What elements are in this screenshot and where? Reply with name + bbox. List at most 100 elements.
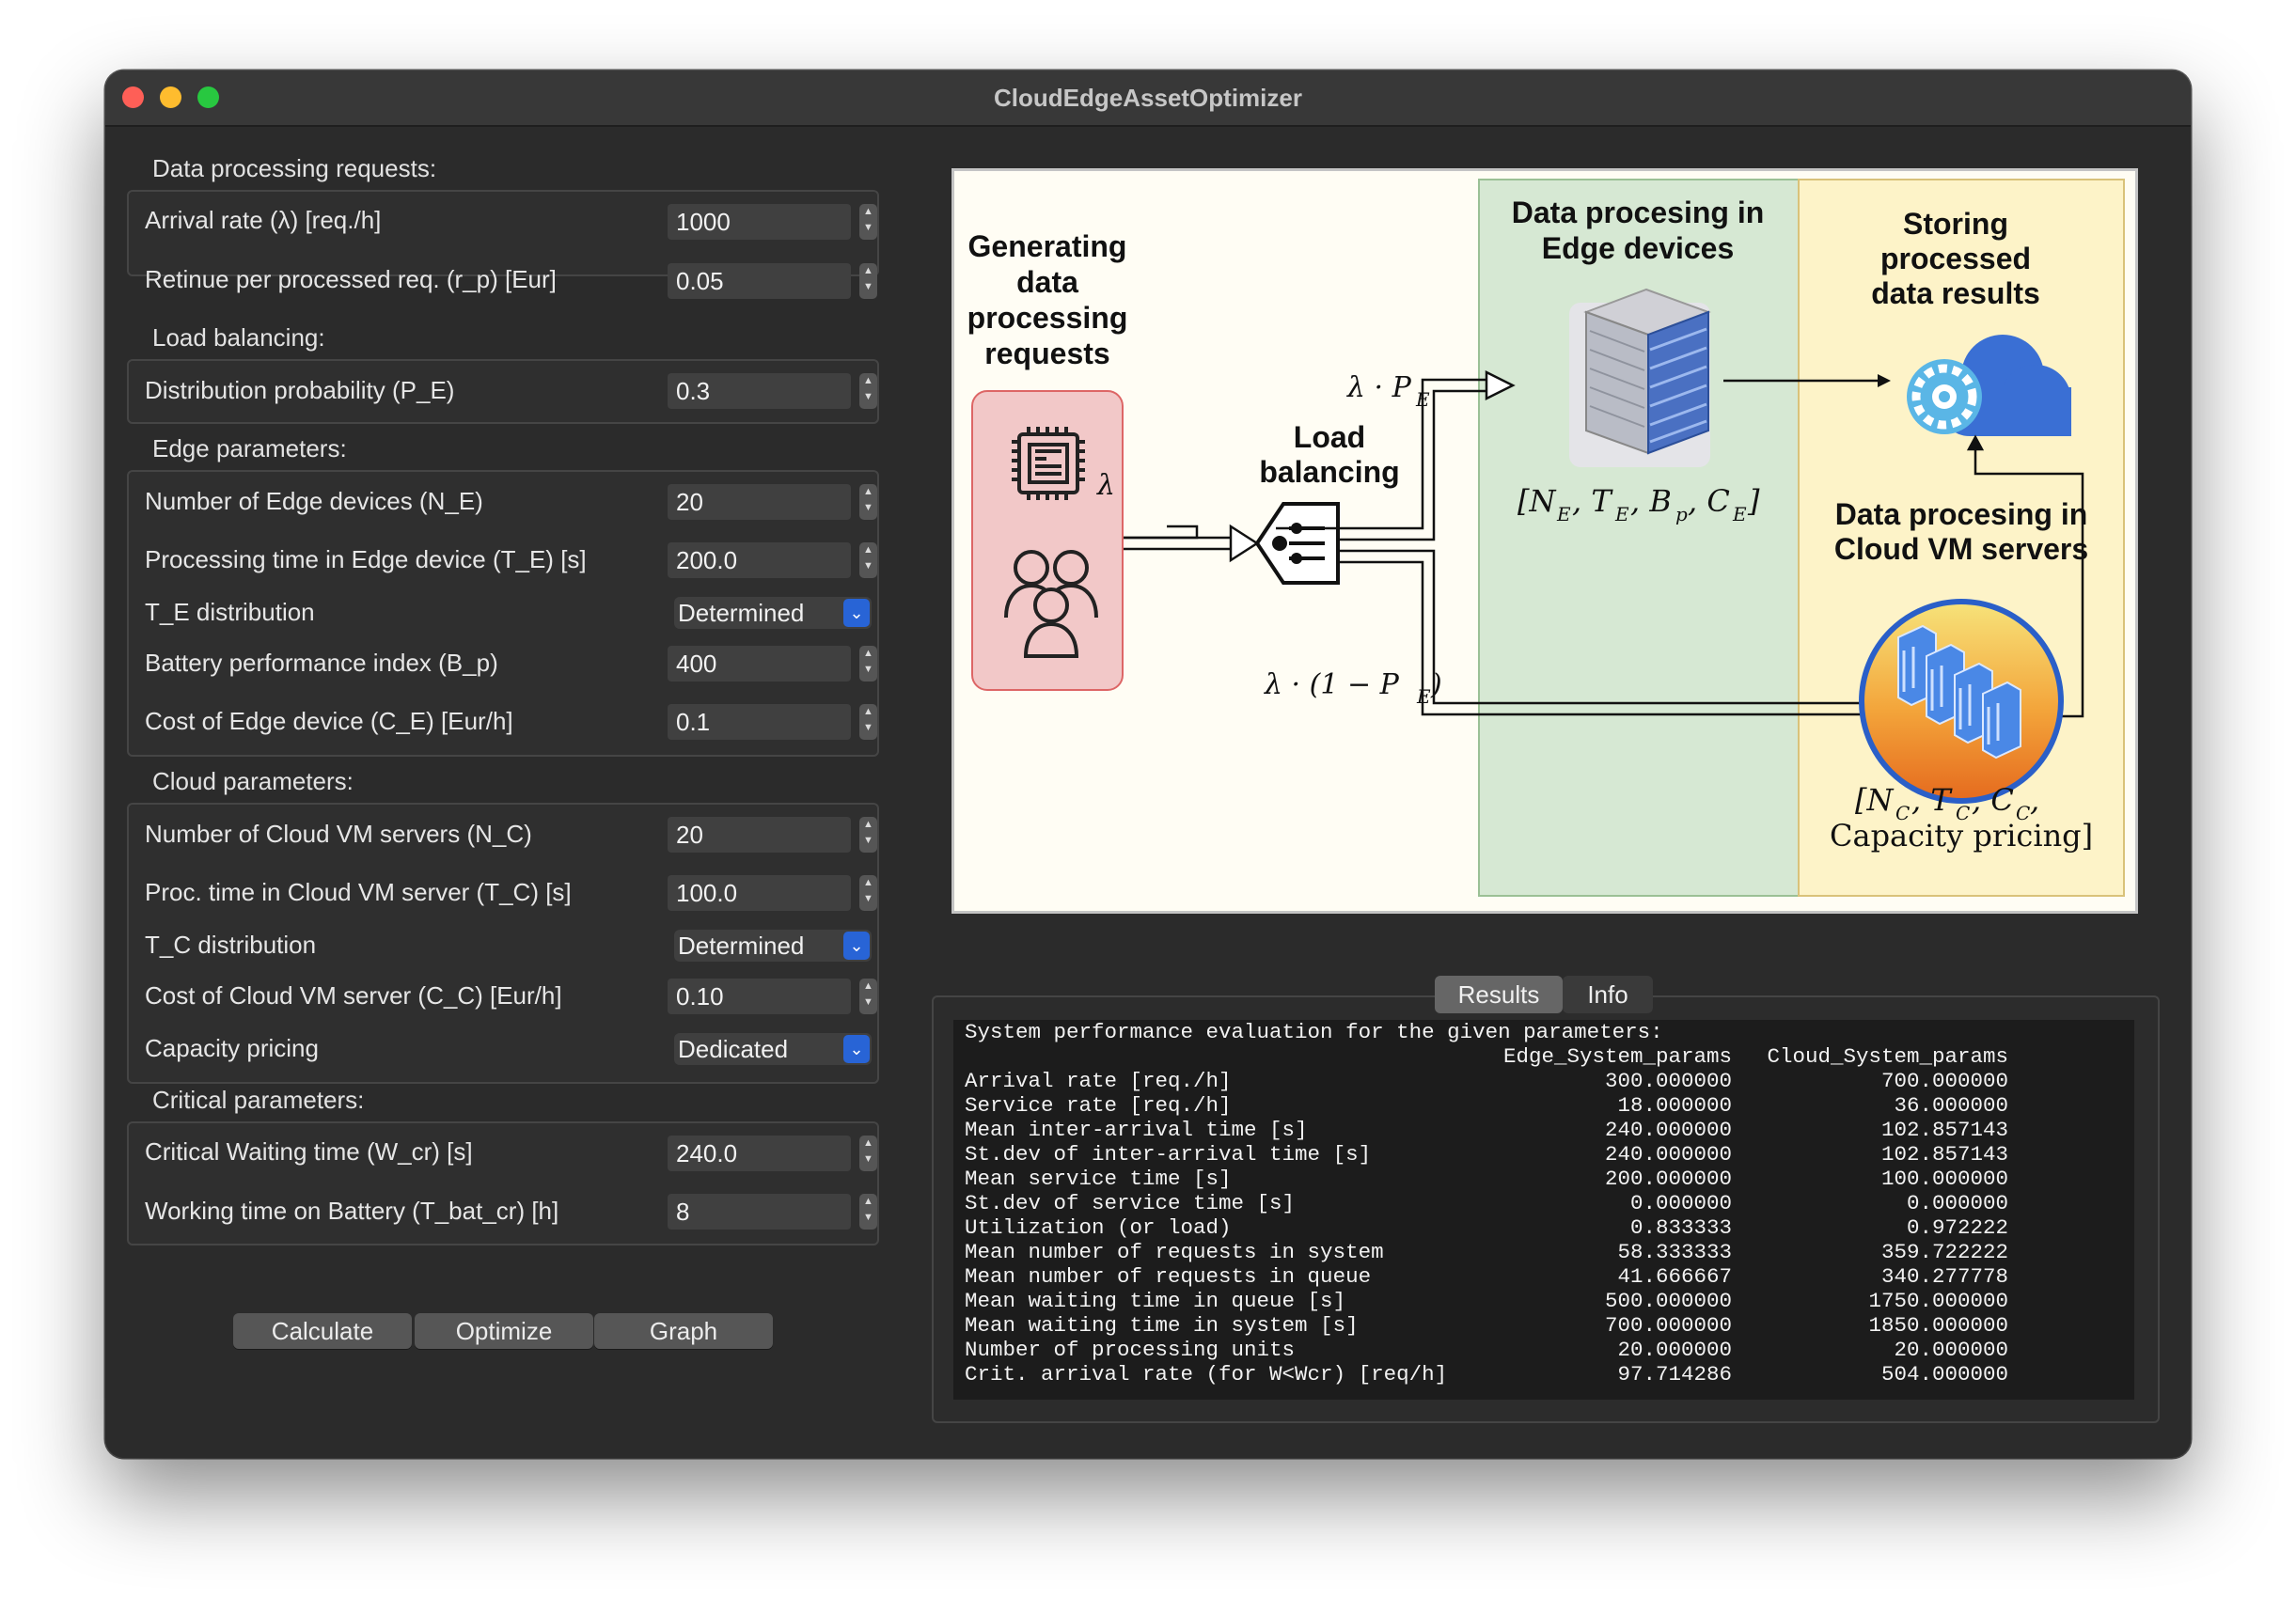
tab-info[interactable]: Info: [1563, 976, 1653, 1013]
title-bar: CloudEdgeAssetOptimizer: [105, 70, 2191, 127]
arrival-rate-input[interactable]: 1000: [668, 204, 851, 240]
t-bat-input[interactable]: 8: [668, 1194, 851, 1230]
t-edge-input[interactable]: 200.0: [668, 542, 851, 578]
retinue-stepper-icon[interactable]: ▲ ▼: [859, 263, 877, 299]
result-row-cloud: 359.722222: [1880, 1240, 2008, 1264]
cost-cloud-input[interactable]: 0.10: [668, 979, 851, 1014]
result-row-cloud: 1750.000000: [1868, 1289, 2008, 1313]
result-row-edge: 58.333333: [1617, 1240, 1732, 1264]
n-cloud-stepper-icon[interactable]: ▲ ▼: [859, 817, 877, 853]
result-row-edge: 240.000000: [1604, 1142, 1732, 1167]
optimize-button[interactable]: Optimize: [415, 1313, 593, 1349]
cloud-vm-icon: [1859, 599, 2064, 804]
n-cloud-label: Number of Cloud VM servers (N_C): [145, 820, 532, 848]
result-row-cloud: 504.000000: [1880, 1362, 2008, 1386]
tc-dist-label: T_C distribution: [145, 931, 317, 959]
edge-var-n-sub: E: [1556, 503, 1571, 525]
battery-input[interactable]: 400: [668, 646, 851, 682]
edge-var-n: [N: [1518, 483, 1556, 519]
result-row-cloud: 1850.000000: [1868, 1313, 2008, 1338]
t-cloud-input[interactable]: 100.0: [668, 875, 851, 911]
chevron-down-icon: ⌄: [843, 1035, 870, 1063]
gen-title-line4: requests: [984, 337, 1109, 370]
t-edge-stepper-icon[interactable]: ▲ ▼: [859, 542, 877, 578]
n-edge-stepper-icon[interactable]: ▲ ▼: [859, 484, 877, 520]
chevron-down-icon: ⌄: [843, 932, 870, 960]
n-edge-input[interactable]: 20: [668, 484, 851, 520]
cost-cloud-stepper-icon[interactable]: ▲ ▼: [859, 979, 877, 1014]
te-dist-select[interactable]: Determined ⌄: [674, 597, 872, 629]
result-row-edge: 500.000000: [1604, 1289, 1732, 1313]
result-row-edge: 0.833333: [1629, 1215, 1732, 1240]
lambda-pe-label: λ · P: [1346, 371, 1412, 404]
distribution-prob-stepper-icon[interactable]: ▲ ▼: [859, 373, 877, 409]
result-row-edge: 0.000000: [1629, 1191, 1732, 1215]
capacity-select[interactable]: Dedicated ⌄: [674, 1033, 872, 1065]
results-title: System performance evaluation for the gi…: [965, 1020, 1663, 1044]
lambda-1pe-close: ): [1430, 668, 1442, 701]
w-cr-stepper-icon[interactable]: ▲ ▼: [859, 1136, 877, 1171]
tc-dist-select[interactable]: Determined ⌄: [674, 930, 872, 962]
edge-server-icon: [1569, 288, 1711, 467]
diagram-svg: Generating data processing requests Data…: [967, 179, 2125, 897]
w-cr-input[interactable]: 240.0: [668, 1136, 851, 1171]
result-row-cloud: 340.277778: [1880, 1264, 2008, 1289]
result-row-cloud: 36.000000: [1894, 1093, 2008, 1118]
result-row-edge: 97.714286: [1617, 1362, 1732, 1386]
architecture-diagram: Generating data processing requests Data…: [951, 168, 2138, 914]
n-edge-label: Number of Edge devices (N_E): [145, 487, 483, 515]
arrival-rate-label: Arrival rate (λ) [req./h]: [145, 206, 382, 234]
cloud-title-line1: Data procesing in: [1835, 497, 2088, 531]
retinue-input[interactable]: 0.05: [668, 263, 851, 299]
cost-edge-stepper-icon[interactable]: ▲ ▼: [859, 704, 877, 740]
t-edge-label: Processing time in Edge device (T_E) [s]: [145, 545, 587, 573]
gen-title-line3: processing: [967, 301, 1128, 335]
graph-button[interactable]: Graph: [594, 1313, 773, 1349]
cloud-var-c: , C: [1972, 782, 2014, 818]
result-row-edge: 200.000000: [1604, 1167, 1732, 1191]
edge-var-close: ]: [1747, 483, 1760, 519]
cloud-var-t: , T: [1911, 782, 1953, 818]
edge-title-line2: Edge devices: [1542, 231, 1735, 265]
results-header-cloud: Cloud_System_params: [1767, 1044, 2008, 1069]
cost-edge-input[interactable]: 0.1: [668, 704, 851, 740]
n-cloud-input[interactable]: 20: [668, 817, 851, 853]
section-cloud-label: Cloud parameters:: [152, 767, 354, 795]
results-header-edge: Edge_System_params: [1502, 1044, 1732, 1069]
edge-group: Number of Edge devices (N_E) 20 ▲ ▼ Proce…: [127, 470, 879, 757]
result-row-edge: 300.000000: [1604, 1069, 1732, 1093]
store-title-line2: processed: [1880, 242, 2031, 275]
result-row-cloud: 102.857143: [1880, 1142, 2008, 1167]
app-window: CloudEdgeAssetOptimizer Data processing …: [105, 70, 2191, 1458]
battery-stepper-icon[interactable]: ▲ ▼: [859, 646, 877, 682]
te-dist-value: Determined: [678, 599, 805, 627]
requests-group: Arrival rate (λ) [req./h] 1000 ▲ ▼ Retinu…: [127, 190, 879, 299]
lb-title-line2: balancing: [1259, 455, 1399, 489]
section-edge-label: Edge parameters:: [152, 434, 347, 462]
load-balancer-icon: [1254, 502, 1340, 585]
tc-dist-value: Determined: [678, 932, 805, 960]
lambda-1pe-sub: E: [1416, 685, 1431, 708]
t-bat-stepper-icon[interactable]: ▲ ▼: [859, 1194, 877, 1230]
lambda-label: λ: [1096, 469, 1115, 502]
edge-var-t-sub: E: [1614, 503, 1629, 525]
edge-var-c-sub: E: [1732, 503, 1747, 525]
capacity-label: Capacity pricing: [145, 1034, 319, 1062]
result-row-cloud: 20.000000: [1894, 1338, 2008, 1362]
critical-group: Critical Waiting time (W_cr) [s] 240.0 ▲…: [127, 1121, 879, 1246]
cloud-var-comma: ,: [2030, 782, 2039, 818]
cloud-group: Number of Cloud VM servers (N_C) 20 ▲ ▼ P…: [127, 803, 879, 1084]
arrival-rate-stepper-icon[interactable]: ▲ ▼: [859, 204, 877, 240]
store-title-line3: data results: [1871, 276, 2040, 310]
section-critical-label: Critical parameters:: [152, 1086, 365, 1114]
result-row-edge: 700.000000: [1604, 1313, 1732, 1338]
capacity-value: Dedicated: [678, 1035, 789, 1063]
calculate-button[interactable]: Calculate: [233, 1313, 412, 1349]
result-row-edge: 20.000000: [1617, 1338, 1732, 1362]
distribution-prob-input[interactable]: 0.3: [668, 373, 851, 409]
lb-title-line1: Load: [1294, 420, 1365, 454]
t-cloud-stepper-icon[interactable]: ▲ ▼: [859, 875, 877, 911]
cost-cloud-label: Cost of Cloud VM server (C_C) [Eur/h]: [145, 981, 562, 1010]
cloud-title-line2: Cloud VM servers: [1834, 532, 2088, 566]
tab-results[interactable]: Results: [1435, 976, 1563, 1013]
